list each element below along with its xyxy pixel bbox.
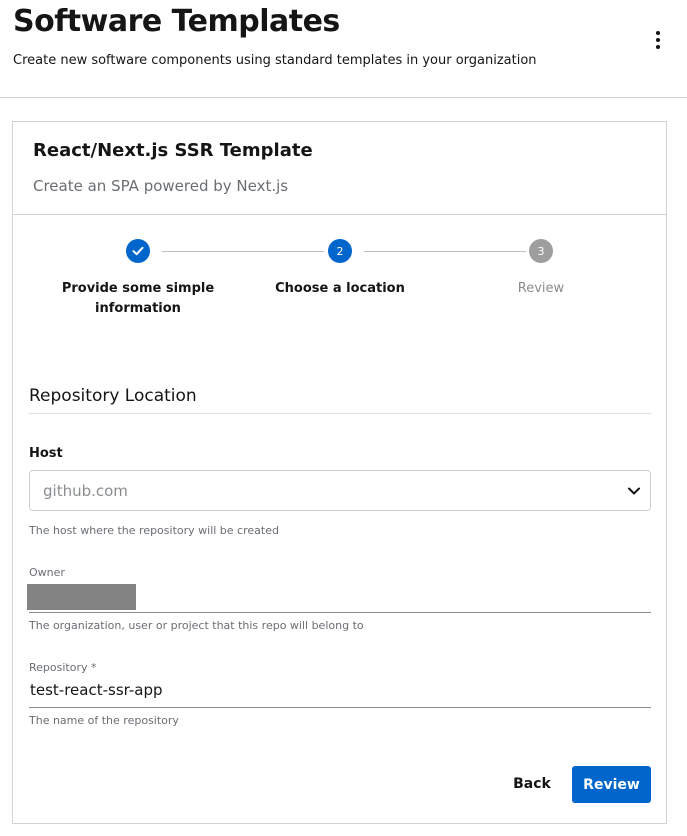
check-icon <box>132 246 144 256</box>
stepper-connector <box>364 251 526 252</box>
page-title: Software Templates <box>13 4 340 39</box>
page-subtitle: Create new software components using sta… <box>13 53 537 68</box>
kebab-dot <box>656 38 660 42</box>
owner-label: Owner <box>29 566 65 579</box>
step-3-label: Review <box>517 281 565 296</box>
template-card: React/Next.js SSR Template Create an SPA… <box>12 121 667 824</box>
step-2-number: 2 <box>328 239 352 263</box>
repository-input[interactable]: test-react-ssr-app <box>29 678 651 708</box>
kebab-dot <box>656 31 660 35</box>
template-title: React/Next.js SSR Template <box>33 140 313 161</box>
review-button[interactable]: Review <box>572 766 651 803</box>
card-header: React/Next.js SSR Template Create an SPA… <box>13 122 666 215</box>
repository-input-value: test-react-ssr-app <box>30 681 163 699</box>
chevron-down-icon <box>628 487 640 495</box>
host-select[interactable]: github.com <box>29 470 651 511</box>
template-description: Create an SPA powered by Next.js <box>33 177 289 195</box>
host-select-value: github.com <box>43 482 128 500</box>
step-2-label: Choose a location <box>275 281 405 296</box>
page-header: Software Templates Create new software c… <box>0 0 687 98</box>
step-3-number: 3 <box>529 239 553 263</box>
step-1-label: Provide some simple information <box>61 281 215 316</box>
kebab-dot <box>656 45 660 49</box>
repository-helper-text: The name of the repository <box>29 714 179 727</box>
owner-redacted-value <box>27 584 136 610</box>
stepper-connector <box>162 251 324 252</box>
kebab-menu-icon[interactable] <box>648 30 668 50</box>
back-button[interactable]: Back <box>500 766 564 802</box>
repository-label: Repository * <box>29 661 97 674</box>
host-label: Host <box>29 446 63 461</box>
section-divider <box>29 413 651 414</box>
section-title: Repository Location <box>29 386 197 406</box>
owner-helper-text: The organization, user or project that t… <box>29 619 364 632</box>
host-helper-text: The host where the repository will be cr… <box>29 524 279 537</box>
step-1-check-icon <box>126 239 150 263</box>
